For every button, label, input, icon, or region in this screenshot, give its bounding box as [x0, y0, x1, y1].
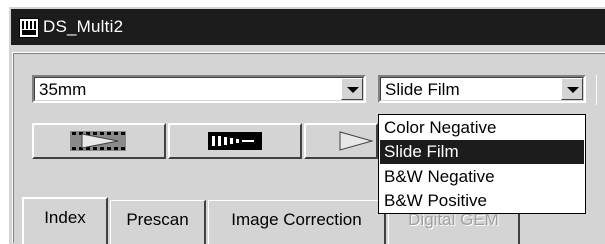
option-bw-negative[interactable]: B&W Negative: [380, 165, 584, 189]
tab-index[interactable]: Index: [22, 197, 108, 244]
chevron-down-icon[interactable]: [561, 78, 583, 100]
partial-button-edge: [596, 75, 605, 105]
option-bw-positive[interactable]: B&W Positive: [380, 189, 584, 213]
tab-label: Index: [44, 208, 86, 227]
scan-film-strip-button[interactable]: [32, 123, 166, 159]
chevron-down-icon[interactable]: [341, 78, 363, 100]
film-type-dropdown[interactable]: Color Negative Slide Film B&W Negative B…: [378, 114, 586, 214]
index-scan-button[interactable]: [168, 123, 302, 159]
play-button[interactable]: [304, 123, 378, 159]
tab-label: Image Correction: [231, 210, 362, 229]
film-type-value: Slide Film: [385, 80, 460, 99]
screenshot-frame: DS_Multi2 35mm Slide Film Color Negative…: [0, 0, 605, 244]
play-icon: [339, 131, 374, 151]
tab-label: Prescan: [126, 210, 189, 229]
app-icon: [19, 18, 39, 38]
tab-image-correction[interactable]: Image Correction: [208, 200, 386, 244]
option-color-negative[interactable]: Color Negative: [380, 116, 584, 140]
film-size-value: 35mm: [39, 80, 87, 99]
film-index-icon: [208, 132, 262, 150]
option-slide-film[interactable]: Slide Film: [380, 140, 584, 164]
tab-prescan[interactable]: Prescan: [110, 200, 206, 244]
film-type-select[interactable]: Slide Film: [378, 75, 586, 103]
film-size-select[interactable]: 35mm: [32, 75, 366, 103]
window-title: DS_Multi2: [43, 17, 124, 36]
film-strip-play-icon: [70, 131, 126, 151]
title-bar: DS_Multi2: [11, 9, 605, 45]
